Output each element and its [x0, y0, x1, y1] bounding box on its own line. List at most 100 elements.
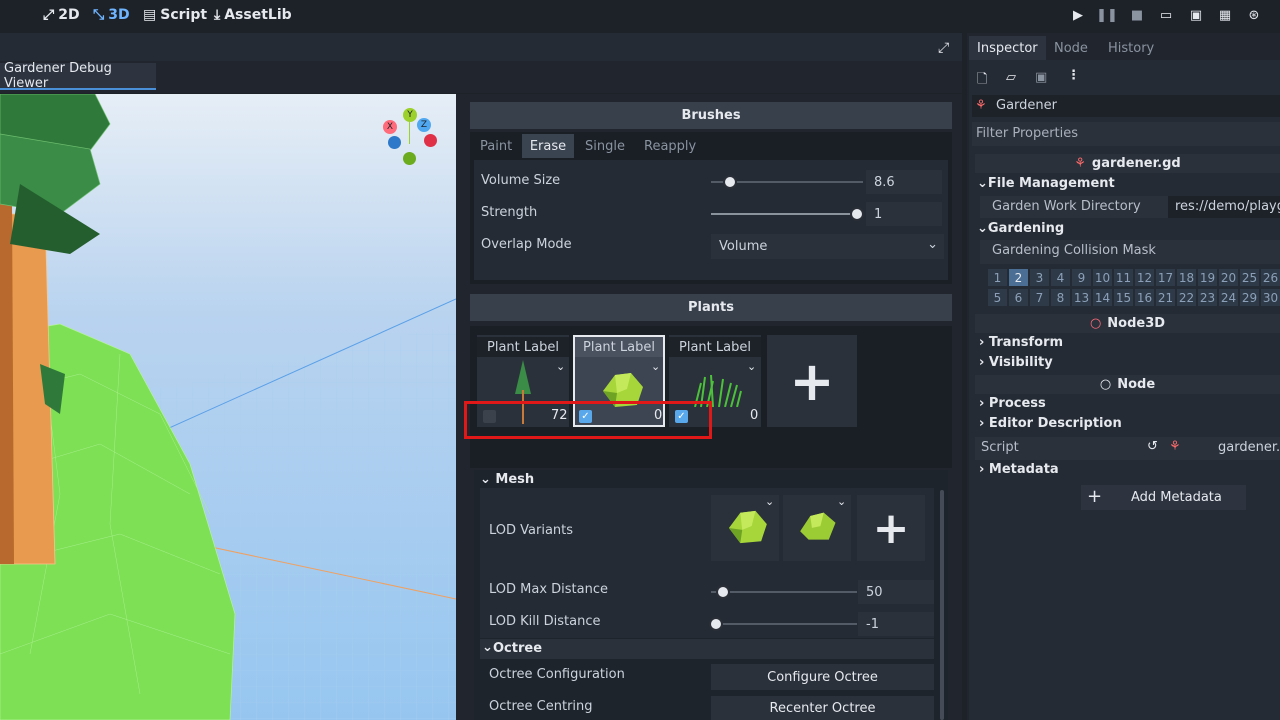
chevron-down-icon[interactable]: ⌄ [765, 495, 774, 508]
save-icon[interactable]: ▣ [1035, 70, 1047, 85]
revert-icon[interactable]: ↺ [1147, 439, 1158, 454]
gizmo-neg-x[interactable] [424, 134, 437, 147]
gizmo-x-axis[interactable]: X [383, 120, 397, 134]
workspace-assetlib-button[interactable]: ⤓ AssetLib [214, 4, 292, 26]
lod-kill-slider-handle[interactable] [709, 617, 723, 631]
collision-layer-cell[interactable]: 6 [1009, 289, 1028, 306]
strength-slider-handle[interactable] [850, 207, 864, 221]
collision-layer-cell[interactable]: 22 [1177, 289, 1196, 306]
tab-history[interactable]: History [1100, 36, 1162, 60]
collision-layer-cell[interactable]: 13 [1072, 289, 1091, 306]
more-options-icon[interactable]: ⋮ [1067, 68, 1080, 83]
gizmo-neg-z[interactable] [388, 136, 401, 149]
fullscreen-icon[interactable]: ⤢ [938, 40, 949, 56]
workspace-3d-button[interactable]: ⤡ 3D [93, 4, 130, 26]
play-scene-icon[interactable]: ▣ [1188, 7, 1204, 23]
lod-kill-slider[interactable] [711, 623, 857, 625]
pause-icon[interactable]: ❚❚ [1096, 7, 1118, 23]
collision-layer-cell[interactable]: 12 [1135, 269, 1154, 286]
octree-section[interactable]: ⌄ Octree [480, 639, 934, 659]
collision-layer-cell[interactable]: 11 [1114, 269, 1133, 286]
node-path[interactable]: ⚘ Gardener [972, 95, 1280, 117]
collision-layer-cell[interactable]: 23 [1198, 289, 1217, 306]
settings-scrollbar[interactable] [940, 490, 944, 720]
collision-layer-cell[interactable]: 3 [1030, 269, 1049, 286]
collision-layer-cell[interactable]: 26 [1261, 269, 1280, 286]
recenter-octree-button[interactable]: Recenter Octree [711, 696, 934, 720]
gizmo-z-axis[interactable]: Z [417, 118, 431, 132]
chevron-down-icon[interactable]: ⌄ [651, 360, 660, 373]
tab-gardener-debug-viewer[interactable]: Gardener Debug Viewer [0, 61, 156, 91]
movie-maker-icon[interactable]: ⊛ [1246, 7, 1262, 23]
strength-slider[interactable] [711, 213, 859, 215]
collision-layer-cell[interactable]: 4 [1051, 269, 1070, 286]
collision-layer-cell[interactable]: 9 [1072, 269, 1091, 286]
remote-debug-icon[interactable]: ▭ [1158, 7, 1174, 23]
script-field[interactable]: gardener.g [1218, 440, 1280, 455]
gizmo-neg-y[interactable] [403, 152, 416, 165]
lod-variant-slot[interactable]: ⌄ [711, 495, 779, 561]
garden-work-dir-field[interactable]: res://demo/playg [1168, 196, 1280, 218]
play-custom-icon[interactable]: ▦ [1217, 7, 1233, 23]
chevron-down-icon[interactable]: ⌄ [837, 495, 846, 508]
collision-layer-cell[interactable]: 24 [1219, 289, 1238, 306]
process-section[interactable]: › Process [979, 396, 1046, 411]
3d-viewport[interactable]: Y X Z [0, 94, 456, 720]
tab-paint[interactable]: Paint [474, 134, 524, 158]
lod-max-slider-handle[interactable] [716, 585, 730, 599]
chevron-down-icon[interactable]: ⌄ [556, 360, 565, 373]
workspace-script-button[interactable]: ▤ Script [143, 4, 207, 26]
add-plant-button[interactable]: + [767, 335, 857, 427]
new-resource-icon[interactable]: 🗋 [977, 70, 987, 92]
collision-layer-cell[interactable]: 19 [1198, 269, 1217, 286]
filter-properties-input[interactable]: Filter Properties [972, 122, 1280, 146]
play-icon[interactable]: ▶ [1070, 7, 1086, 23]
tab-erase[interactable]: Erase [522, 134, 574, 158]
tab-single[interactable]: Single [578, 134, 641, 158]
tab-reapply[interactable]: Reapply [636, 134, 714, 158]
volume-size-field[interactable]: 8.6 [866, 170, 942, 194]
collision-layer-cell[interactable]: 1 [988, 269, 1007, 286]
collision-layer-cell[interactable]: 20 [1219, 269, 1238, 286]
metadata-section[interactable]: › Metadata [979, 462, 1059, 477]
stop-icon[interactable]: ■ [1129, 7, 1145, 23]
collision-layer-cell[interactable]: 25 [1240, 269, 1259, 286]
collision-layer-grid[interactable]: 1 2 3 4 9 10 11 12 17 18 19 20 25 26 5 6 7 8 13 14 15 16 21 22 2… [988, 269, 1280, 307]
collision-layer-cell[interactable]: 8 [1051, 289, 1070, 306]
collision-layer-cell[interactable]: 21 [1156, 289, 1175, 306]
overlap-mode-select[interactable]: Volume ⌄ [711, 234, 944, 259]
gardening-section[interactable]: ⌄Gardening [977, 221, 1064, 236]
collision-layer-cell[interactable]: 5 [988, 289, 1007, 306]
tab-node[interactable]: Node [1046, 36, 1096, 60]
collision-layer-cell[interactable]: 17 [1156, 269, 1175, 286]
collision-layer-cell[interactable]: 29 [1240, 289, 1259, 306]
lod-variant-slot[interactable]: ⌄ [783, 495, 851, 561]
open-folder-icon[interactable]: ▱ [1006, 70, 1016, 85]
editor-description-section[interactable]: › Editor Description [979, 416, 1122, 431]
file-management-section[interactable]: ⌄File Management [977, 176, 1115, 191]
collision-layer-cell[interactable]: 18 [1177, 269, 1196, 286]
workspace-2d-button[interactable]: ⤢ 2D [43, 4, 80, 26]
collision-layer-cell[interactable]: 16 [1135, 289, 1154, 306]
axis-gizmo[interactable]: Y X Z [383, 108, 443, 168]
transform-section[interactable]: › Transform [979, 335, 1063, 350]
lod-max-field[interactable]: 50 [858, 580, 934, 604]
lod-max-slider[interactable] [711, 591, 857, 593]
lod-kill-field[interactable]: -1 [858, 612, 934, 636]
collision-layer-cell[interactable]: 10 [1093, 269, 1112, 286]
gizmo-y-axis[interactable]: Y [403, 108, 417, 122]
tab-inspector[interactable]: Inspector [969, 36, 1046, 60]
configure-octree-button[interactable]: Configure Octree [711, 664, 934, 690]
collision-layer-cell[interactable]: 15 [1114, 289, 1133, 306]
volume-size-slider-handle[interactable] [723, 175, 737, 189]
collision-layer-cell[interactable]: 30 [1261, 289, 1280, 306]
collision-layer-cell[interactable]: 7 [1030, 289, 1049, 306]
collision-layer-cell[interactable]: 2 [1009, 269, 1028, 286]
chevron-down-icon[interactable]: ⌄ [747, 360, 756, 373]
mesh-section[interactable]: ⌄ Mesh [480, 472, 534, 487]
collision-layer-cell[interactable]: 14 [1093, 289, 1112, 306]
add-lod-variant-button[interactable]: + [857, 495, 925, 561]
add-metadata-button[interactable]: + Add Metadata [1081, 485, 1246, 510]
strength-field[interactable]: 1 [866, 202, 942, 226]
visibility-section[interactable]: › Visibility [979, 355, 1053, 370]
